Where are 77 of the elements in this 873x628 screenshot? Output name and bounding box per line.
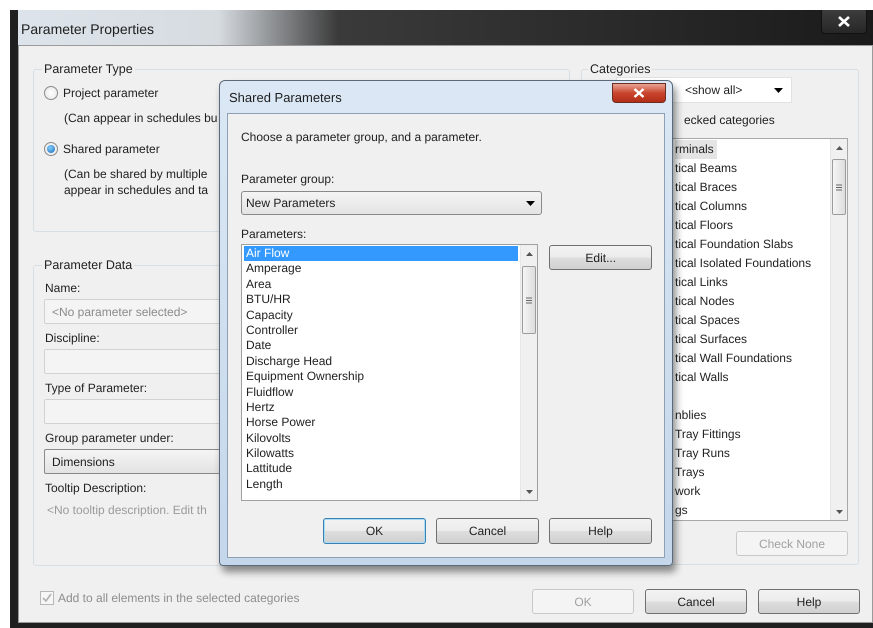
close-icon [633, 88, 645, 98]
checkbox-label[interactable]: ecked categories [684, 113, 848, 127]
group-title: Categories [589, 62, 652, 76]
down-arrow-icon[interactable] [836, 510, 842, 514]
window-title: Parameter Properties [21, 20, 154, 36]
list-item[interactable]: Horse Power [244, 415, 518, 431]
caret-icon [774, 88, 783, 92]
radio-label[interactable]: Project parameter [63, 86, 158, 100]
caret-icon [526, 200, 535, 206]
list-item[interactable]: Fluidflow [244, 384, 518, 400]
list-item[interactable]: Capacity [244, 308, 518, 323]
list-item[interactable]: Lattitude [244, 461, 518, 477]
list-item[interactable]: Area [244, 276, 518, 292]
list-item[interactable]: tical Surfaces [675, 330, 750, 349]
option-description: (Can appear in schedules bu [64, 110, 218, 126]
tooltip-description: <No tooltip description. Edit th [47, 503, 207, 517]
list-item[interactable]: BTU/HR [244, 292, 518, 308]
list-item[interactable]: Tray Fittings [675, 425, 744, 444]
list-item[interactable]: nblies [675, 406, 710, 425]
field-label: Type of Parameter: [45, 380, 148, 396]
help-button[interactable]: Help [758, 589, 860, 614]
list-item[interactable]: Controller [244, 322, 518, 338]
close-icon [838, 16, 850, 27]
list-item[interactable]: tical Floors [675, 216, 736, 235]
close-button[interactable] [821, 10, 867, 34]
field-label: Discipline: [45, 330, 100, 346]
list-item[interactable]: tical Isolated Foundations [675, 254, 814, 273]
list-item[interactable]: Equipment Ownership [244, 369, 518, 385]
list-item[interactable]: tical Beams [675, 159, 740, 178]
list-item[interactable]: Amperage [244, 261, 518, 277]
list-item[interactable]: tical Nodes [675, 292, 738, 311]
list-item[interactable]: tical Foundation Slabs [675, 235, 796, 254]
edit-button[interactable]: Edit... [549, 245, 652, 270]
field-label: Name: [45, 280, 80, 296]
list-item[interactable]: Trays [675, 463, 708, 482]
group-title: Parameter Type [43, 62, 134, 76]
dialog-title: Shared Parameters [228, 90, 342, 104]
up-arrow-icon[interactable] [526, 252, 533, 256]
help-button[interactable]: Help [549, 518, 652, 544]
instruction-text: Choose a parameter group, and a parameter. [241, 130, 483, 144]
field-label: Parameters: [241, 227, 308, 241]
field-label: Tooltip Description: [45, 480, 146, 496]
grip-icon [526, 296, 532, 304]
up-arrow-icon[interactable] [836, 146, 842, 150]
radio-button[interactable] [44, 142, 58, 156]
ok-button[interactable]: OK [323, 518, 426, 544]
dropdown[interactable]: New Parameters [241, 191, 542, 215]
list-item[interactable]: tical Columns [675, 197, 750, 216]
close-button[interactable] [612, 83, 666, 103]
grip-icon [836, 184, 842, 190]
list-item[interactable]: Length [244, 476, 518, 492]
list-item[interactable]: tical Spaces [675, 311, 743, 330]
list-item[interactable]: gs [675, 501, 691, 520]
list-item[interactable]: tical Wall Foundations [675, 349, 795, 368]
radio-button[interactable] [44, 86, 58, 100]
list-item[interactable]: tical Links [675, 273, 731, 292]
radio-label[interactable]: Shared parameter [63, 142, 160, 156]
cancel-button[interactable]: Cancel [645, 589, 747, 614]
field-label: Group parameter under: [45, 430, 174, 446]
field-label: Parameter group: [241, 172, 336, 186]
down-arrow-icon[interactable] [526, 490, 533, 494]
list-item[interactable]: Hertz [244, 400, 518, 416]
list-item[interactable]: work [675, 482, 704, 501]
list-item[interactable]: Discharge Head [244, 354, 518, 370]
list-item[interactable]: Kilowatts [244, 446, 518, 462]
list-item[interactable]: Kilovolts [244, 430, 518, 446]
group-title: Parameter Data [43, 258, 134, 272]
cancel-button[interactable]: Cancel [436, 518, 539, 544]
list-item[interactable]: rminals [675, 140, 717, 159]
option-description: appear in schedules and ta [64, 182, 208, 198]
list-item[interactable]: Date [244, 338, 518, 354]
option-description: (Can be shared by multiple [64, 166, 208, 182]
scrollbar[interactable] [520, 245, 538, 500]
scrollbar[interactable] [830, 139, 847, 520]
list-item[interactable]: Tray Runs [675, 444, 733, 463]
list-item[interactable]: tical Walls [675, 368, 732, 387]
list-item[interactable]: tical Braces [675, 178, 740, 197]
